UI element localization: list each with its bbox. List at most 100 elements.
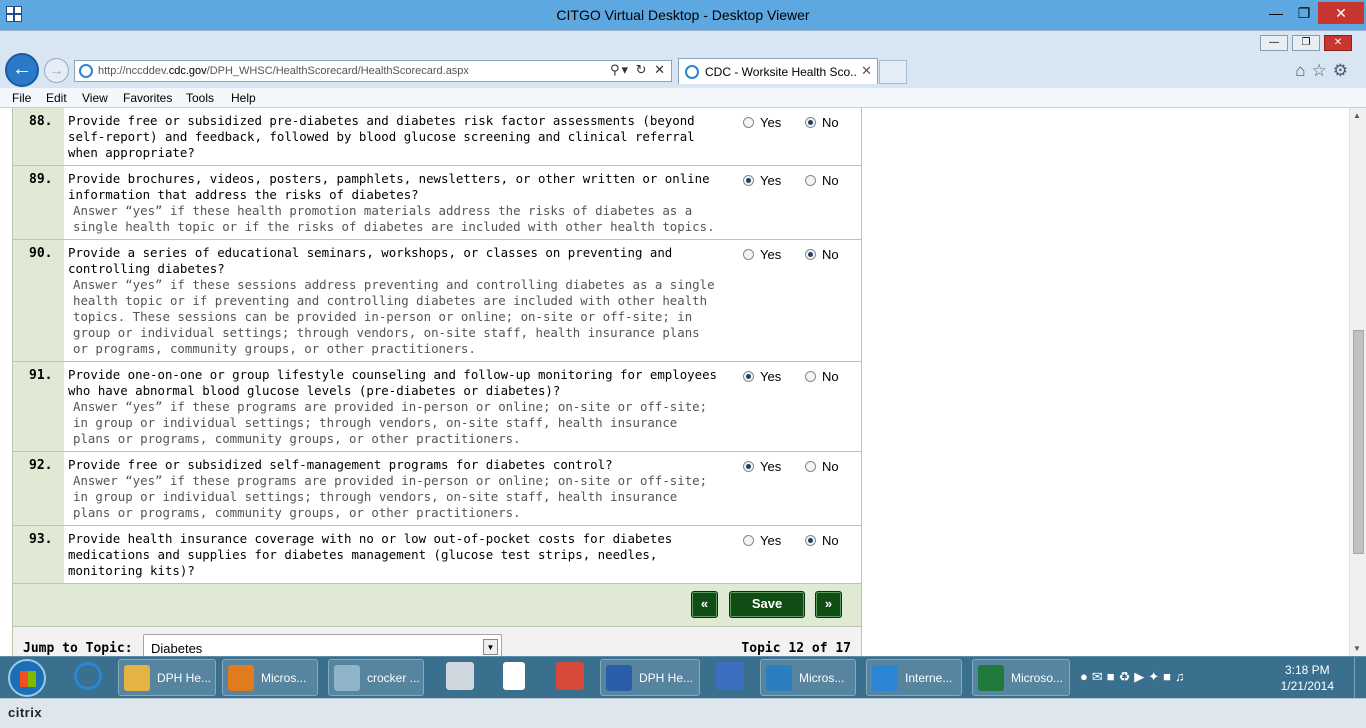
question-number: 93. — [13, 526, 64, 583]
next-topic-button[interactable]: » — [815, 591, 842, 618]
taskbar-app-icon — [334, 665, 360, 691]
taskbar-item[interactable]: Micros... — [222, 659, 318, 696]
desktop-viewer-titlebar: CITGO Virtual Desktop - Desktop Viewer —… — [0, 0, 1366, 30]
tab-ie-icon — [685, 65, 699, 79]
tab-close-icon[interactable]: ✕ — [861, 63, 872, 79]
yes-radio[interactable] — [743, 535, 754, 546]
save-button[interactable]: Save — [729, 591, 805, 618]
answer-yes[interactable]: Yes — [743, 115, 781, 130]
answer-yes[interactable]: Yes — [743, 369, 781, 384]
topic-status: Topic 12 of 17 — [741, 641, 851, 656]
menu-edit[interactable]: Edit — [46, 91, 67, 105]
yes-radio[interactable] — [743, 371, 754, 382]
yes-radio[interactable] — [743, 117, 754, 128]
scroll-down-icon[interactable]: ▼ — [1353, 644, 1361, 653]
answer-yes[interactable]: Yes — [743, 173, 781, 188]
url-text: http://nccddev.cdc.gov/DPH_WHSC/HealthSc… — [98, 65, 469, 77]
taskbar-item-label: Micros... — [799, 671, 845, 685]
question-row: 93. Provide health insurance coverage wit… — [13, 526, 861, 584]
browser-tab[interactable]: CDC - Worksite Health Sco... ✕ — [678, 58, 878, 84]
answer-no[interactable]: No — [805, 247, 839, 262]
yes-radio[interactable] — [743, 175, 754, 186]
back-arrow-icon[interactable]: ← — [5, 53, 39, 87]
answer-no[interactable]: No — [805, 369, 839, 384]
no-radio[interactable] — [805, 117, 816, 128]
page-scrollbar[interactable]: ▲ ▼ — [1349, 108, 1366, 656]
taskbar-item[interactable]: Interne... — [866, 659, 962, 696]
taskbar-item[interactable]: Micros... — [760, 659, 856, 696]
close-icon[interactable]: ✕ — [1318, 2, 1364, 24]
no-label: No — [822, 459, 839, 474]
browser-restore-icon[interactable]: ❐ — [1292, 35, 1320, 51]
taskbar-item-label: DPH He... — [639, 671, 694, 685]
taskbar-app-icon — [872, 665, 898, 691]
taskbar-item-label: Microso... — [1011, 671, 1064, 685]
menu-file[interactable]: File — [12, 91, 31, 105]
question-number: 92. — [13, 452, 64, 525]
answer-no[interactable]: No — [805, 173, 839, 188]
forward-arrow-icon[interactable]: → — [44, 58, 69, 83]
no-radio[interactable] — [805, 535, 816, 546]
no-label: No — [822, 369, 839, 384]
taskbar-item-label: Micros... — [261, 671, 307, 685]
no-label: No — [822, 173, 839, 188]
restore-icon[interactable]: ❐ — [1290, 2, 1318, 24]
previous-topic-button[interactable]: « — [691, 591, 718, 618]
scrollbar-thumb[interactable] — [1353, 330, 1364, 554]
no-radio[interactable] — [805, 175, 816, 186]
visio-icon[interactable] — [716, 662, 744, 690]
answer-no[interactable]: No — [805, 533, 839, 548]
dropdown-arrow-icon[interactable]: ▼ — [483, 639, 498, 655]
browser-close-icon[interactable]: ✕ — [1324, 35, 1352, 51]
answer-yes[interactable]: Yes — [743, 247, 781, 262]
taskbar-clock[interactable]: 3:18 PM 1/21/2014 — [1281, 662, 1334, 694]
answer-yes[interactable]: Yes — [743, 459, 781, 474]
calculator-icon[interactable] — [446, 662, 474, 690]
menu-help[interactable]: Help — [231, 91, 256, 105]
taskbar-item[interactable]: DPH He... — [118, 659, 216, 696]
answer-no[interactable]: No — [805, 459, 839, 474]
no-radio[interactable] — [805, 371, 816, 382]
question-hint: Answer “yes” if these programs are provi… — [73, 399, 708, 446]
question-body: Provide one-on-one or group lifestyle co… — [68, 362, 718, 451]
question-number: 88. — [13, 108, 64, 165]
ie-page-icon — [79, 64, 93, 78]
yes-radio[interactable] — [743, 461, 754, 472]
yes-radio[interactable] — [743, 249, 754, 260]
address-bar[interactable]: http://nccddev.cdc.gov/DPH_WHSC/HealthSc… — [74, 60, 672, 82]
answer-no[interactable]: No — [805, 115, 839, 130]
system-tray-icons[interactable]: ●✉■♻▶✦■♫ — [1080, 669, 1189, 685]
browser-toolbar: — ❐ ✕ ← → http://nccddev.cdc.gov/DPH_WHS… — [0, 30, 1366, 88]
citrix-logo: citrix — [8, 705, 43, 720]
menu-tools[interactable]: Tools — [186, 91, 214, 105]
navigation-row: « Save » — [13, 584, 861, 627]
minimize-icon[interactable]: — — [1262, 2, 1290, 24]
question-text: Provide free or subsidized pre-diabetes … — [68, 113, 695, 160]
question-text: Provide health insurance coverage with n… — [68, 531, 673, 578]
taskbar-item[interactable]: DPH He... — [600, 659, 700, 696]
taskbar-item[interactable]: crocker ... — [328, 659, 424, 696]
show-desktop-button[interactable] — [1354, 657, 1366, 699]
menu-view[interactable]: View — [82, 91, 108, 105]
menu-favorites[interactable]: Favorites — [123, 91, 172, 105]
question-number: 91. — [13, 362, 64, 451]
question-hint: Answer “yes” if these programs are provi… — [73, 473, 708, 520]
tools-app-icon[interactable] — [556, 662, 584, 690]
answer-yes[interactable]: Yes — [743, 533, 781, 548]
page-content: 88. Provide free or subsidized pre-diabet… — [0, 108, 1366, 656]
home-favorites-tools-icons[interactable]: ⌂☆⚙ — [1295, 61, 1354, 81]
topic-select[interactable]: Diabetes ▼ — [143, 634, 502, 656]
browser-minimize-icon[interactable]: — — [1260, 35, 1288, 51]
scroll-up-icon[interactable]: ▲ — [1353, 111, 1361, 120]
no-radio[interactable] — [805, 249, 816, 260]
question-text: Provide one-on-one or group lifestyle co… — [68, 367, 718, 398]
ie-taskbar-icon[interactable] — [74, 662, 102, 690]
start-button[interactable] — [8, 659, 46, 697]
question-body: Provide a series of educational seminars… — [68, 240, 718, 361]
no-radio[interactable] — [805, 461, 816, 472]
taskbar-item[interactable]: Microso... — [972, 659, 1070, 696]
blank-document-icon[interactable] — [503, 662, 525, 690]
question-text: Provide free or subsidized self-manageme… — [68, 457, 613, 472]
search-refresh-stop-icons[interactable]: ⚲▾ ↻ ✕ — [610, 62, 667, 78]
new-tab-button[interactable] — [879, 60, 907, 84]
